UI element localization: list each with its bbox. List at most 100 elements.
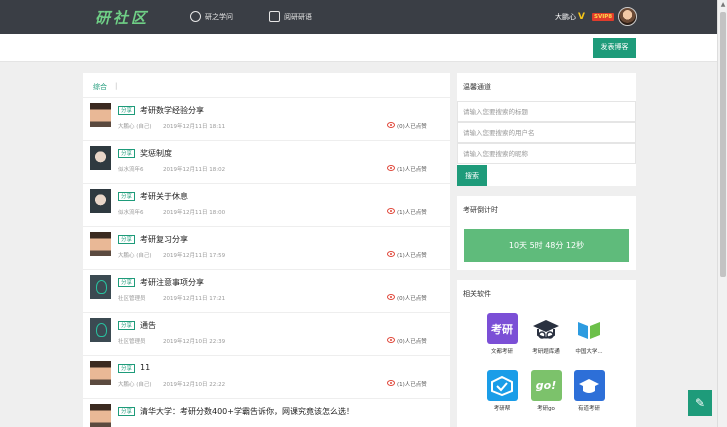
post-date: 2019年12月11日 17:21 [163,296,226,302]
eye-icon [387,165,395,171]
book-icon [269,11,280,22]
filter-all[interactable]: 综合 [93,82,107,92]
share-tag: 分享 [118,321,136,330]
username: 大鹏心 [555,13,576,21]
scrollbar[interactable]: ▲ [717,0,727,427]
action-bar: 发表博客 [0,34,717,62]
post-title[interactable]: 考研数学经验分享 [140,105,204,116]
list-item[interactable]: 分享 考研数学经验分享大鹏心 (自己) 2019年12月11日 18:11 (0)人已… [83,98,450,141]
post-list: 综合 | 分享 考研数学经验分享 大鹏心 (自己) 2019年12月11日 18:11… [83,73,450,427]
eye-icon [387,380,395,386]
like-count: (1)人已点赞 [397,382,427,388]
share-tag: 分享 [118,106,136,115]
avatar[interactable] [90,189,111,213]
search-card: 温馨通道 搜索 [457,73,636,186]
kaoyango-app-icon: go! [530,370,562,401]
list-item[interactable]: 分享 奖惩制度似水流年6 2019年12月11日 18:02 (1)人已点赞 [83,141,450,184]
pencil-icon: ✎ [694,396,706,410]
post-author[interactable]: 大鹏心 (自己) [118,380,152,388]
post-author[interactable]: 似水流年6 [118,165,144,173]
share-tag: 分享 [118,407,136,416]
post-author[interactable]: 社区管理员 [118,337,146,345]
eye-icon [387,208,395,214]
filter-separator: | [115,82,118,90]
list-item[interactable]: 分享 考研注意事项分享 社区管理员 2019年12月11日 17:21 (0)人已点赞 [83,270,450,313]
search-card-title: 温馨通道 [463,83,491,91]
title-search-input[interactable] [457,101,636,122]
avatar[interactable] [90,146,111,170]
post-author[interactable]: 大鹏心 (自己) [118,122,152,130]
app-mooc[interactable]: 中国大学... [569,313,609,355]
list-item[interactable]: 分享 考研关于休息 似水流年6 2019年12月11日 18:00 (1)人已点赞 [83,184,450,227]
post-title[interactable]: 考研关于休息 [140,191,188,202]
site-logo[interactable]: 研社区 [95,7,149,28]
share-tag: 分享 [118,235,136,244]
nav-item-label: 研之学问 [205,12,233,21]
post-author[interactable]: 似水流年6 [118,208,144,216]
avatar[interactable] [618,7,637,26]
search-button[interactable]: 搜索 [457,165,487,186]
vip-badge: SVIP8 [592,13,615,21]
like-count: (1)人已点赞 [397,210,427,216]
related-apps-card: 相关软件 考研 文都考研 考研题库通 中国大学... 考研帮 go! 考研go … [457,280,636,427]
edit-fab-button[interactable]: ✎ [688,390,712,416]
share-tag: 分享 [118,278,136,287]
post-title[interactable]: 奖惩制度 [140,148,172,159]
countdown-display: 10天 5时 48分 12秒 [464,229,629,262]
like-count: (0)人已点赞 [397,124,427,130]
list-item[interactable]: 分享 清华大学：考研分数400+学霸告诉你，网课究竟该怎么选！ [83,399,450,427]
post-date: 2019年12月11日 18:02 [163,167,226,173]
scrollbar-thumb[interactable] [720,12,726,277]
post-title[interactable]: 通告 [140,320,156,331]
eye-icon [387,122,395,128]
like-count: (1)人已点赞 [397,253,427,259]
nav-item-read[interactable]: 阅研研语 [269,11,312,22]
username-search-input[interactable] [457,122,636,143]
list-item[interactable]: 分享 考研复习分享大鹏心 (自己) 2019年12月11日 17:59 (1)人已点赞 [83,227,450,270]
post-title[interactable]: 清华大学：考研分数400+学霸告诉你，网课究竟该怎么选！ [140,406,354,417]
share-tag: 分享 [118,149,136,158]
open-book-icon [574,313,605,344]
top-navbar: 研社区 研之学问 阅研研语 大鹏心 V SVIP8 [0,0,717,34]
post-title[interactable]: 11 [140,363,150,372]
post-date: 2019年12月11日 18:11 [163,124,226,130]
user-menu[interactable]: 大鹏心 V [555,12,585,22]
post-title[interactable]: 考研复习分享 [140,234,188,245]
verified-badge: V [578,12,585,22]
list-item[interactable]: 分享 11 大鹏心 (自己) 2019年12月10日 22:22 (1)人已点赞 [83,356,450,399]
post-blog-button[interactable]: 发表博客 [593,38,636,58]
eye-icon [387,251,395,257]
post-author[interactable]: 社区管理员 [118,294,146,302]
like-count: (0)人已点赞 [397,339,427,345]
scroll-up-arrow-icon[interactable]: ▲ [718,0,727,10]
countdown-card: 考研倒计时 10天 5时 48分 12秒 [457,196,636,270]
app-wendu[interactable]: 考研 文都考研 [482,313,522,355]
mortarboard-icon [573,370,605,401]
eye-icon [387,294,395,300]
post-date: 2019年12月11日 17:59 [163,253,226,259]
share-tag: 分享 [118,364,136,373]
nav-item-research[interactable]: 研之学问 [190,11,233,22]
compass-icon [190,11,201,22]
app-kaoyango[interactable]: go! 考研go [526,370,566,412]
post-author[interactable]: 大鹏心 (自己) [118,251,152,259]
post-date: 2019年12月11日 18:00 [163,210,226,216]
graduation-cap-icon [531,313,562,344]
post-date: 2019年12月10日 22:22 [163,382,226,388]
post-date: 2019年12月10日 22:39 [163,339,226,345]
like-count: (1)人已点赞 [397,167,427,173]
app-youdao[interactable]: 有道考研 [569,370,609,412]
wendu-app-icon: 考研 [486,313,518,344]
app-tiku[interactable]: 考研题库通 [526,313,566,355]
avatar[interactable] [90,232,111,256]
avatar[interactable] [90,275,111,299]
app-kaoyanbang[interactable]: 考研帮 [482,370,522,412]
kaoyanbang-app-icon [486,370,518,401]
avatar[interactable] [90,103,111,127]
avatar[interactable] [90,404,111,427]
avatar[interactable] [90,361,111,385]
post-title[interactable]: 考研注意事项分享 [140,277,204,288]
nickname-search-input[interactable] [457,143,636,164]
list-item[interactable]: 分享 通告社区管理员 2019年12月10日 22:39 (0)人已点赞 [83,313,450,356]
avatar[interactable] [90,318,111,342]
